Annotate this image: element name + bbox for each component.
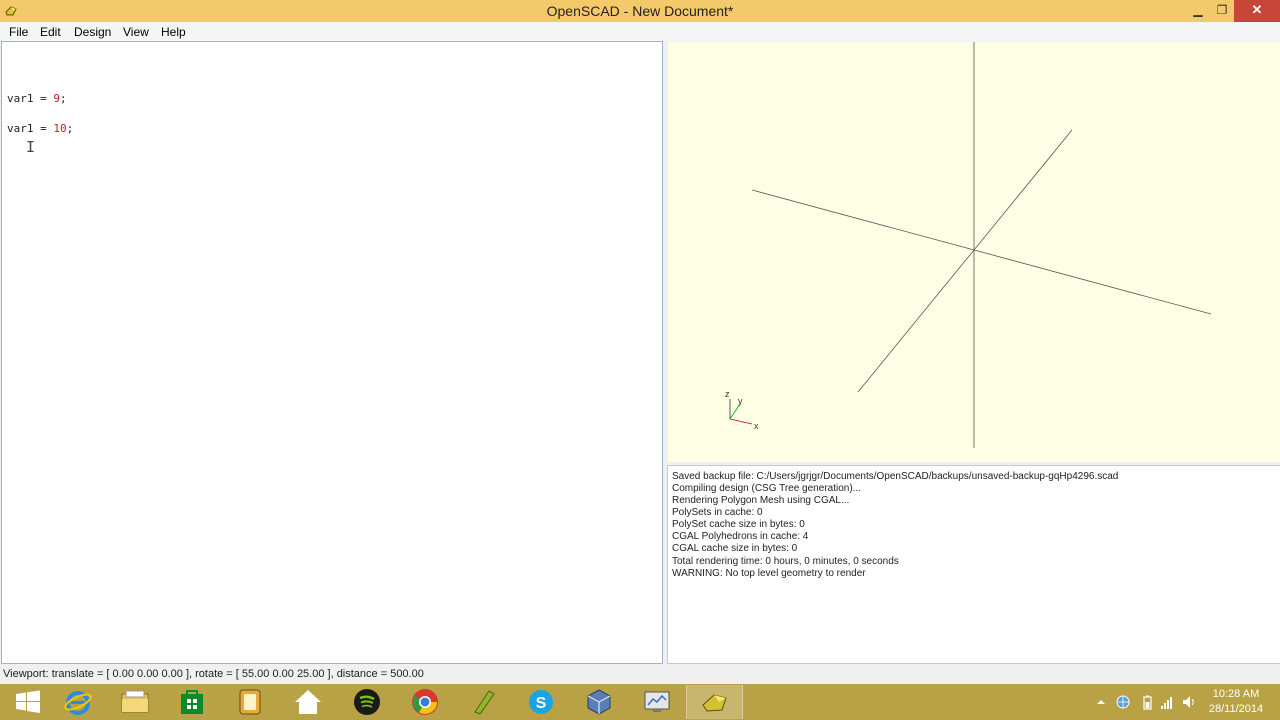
window-title: OpenSCAD - New Document* bbox=[546, 3, 734, 19]
menu-bar: File Edit Design View Help bbox=[0, 22, 1280, 41]
windows-logo-icon bbox=[15, 690, 40, 713]
spotify-icon bbox=[353, 689, 380, 715]
console-line: PolySets in cache: 0 bbox=[672, 507, 763, 518]
code-line[interactable]: var1 = 10; bbox=[7, 122, 73, 135]
virtualbox-icon bbox=[587, 689, 610, 715]
skype-icon: S bbox=[528, 690, 553, 714]
menu-file[interactable]: File bbox=[9, 25, 28, 39]
taskbar-system-info[interactable] bbox=[629, 685, 684, 719]
viewport-status: Viewport: translate = [ 0.00 0.00 0.00 ]… bbox=[3, 668, 424, 680]
console-line: CGAL cache size in bytes: 0 bbox=[672, 543, 798, 554]
axis-label-z: z bbox=[725, 389, 730, 399]
taskbar-pen-app[interactable] bbox=[455, 685, 510, 719]
battery-icon[interactable] bbox=[1140, 694, 1154, 710]
taskbar-chrome[interactable] bbox=[397, 685, 452, 719]
taskbar-home[interactable] bbox=[280, 685, 335, 719]
title-bar: OpenSCAD - New Document* ▁ ❐ ✕ bbox=[0, 0, 1280, 22]
taskbar-spotify[interactable] bbox=[339, 685, 394, 719]
taskbar-skype[interactable]: S bbox=[513, 685, 568, 719]
monitor-icon bbox=[644, 691, 669, 712]
system-clock[interactable]: 10:28 AM 28/11/2014 bbox=[1202, 687, 1270, 717]
start-button[interactable] bbox=[0, 685, 55, 719]
axes-drawing: z y x bbox=[725, 42, 1212, 448]
minimize-button[interactable]: ▁ bbox=[1185, 0, 1211, 22]
taskbar-file-explorer[interactable] bbox=[107, 685, 162, 719]
text-cursor-icon: I bbox=[26, 138, 36, 156]
console-line: Saved backup file: C:/Users/jgrjgr/Docum… bbox=[672, 471, 1119, 482]
y-axis-line bbox=[857, 129, 1073, 393]
taskbar-openscad[interactable] bbox=[686, 685, 743, 719]
menu-edit[interactable]: Edit bbox=[40, 25, 61, 39]
axis-label-x: x bbox=[754, 421, 759, 431]
console-line: Compiling design (CSG Tree generation)..… bbox=[672, 483, 861, 494]
axis-indicator-y bbox=[729, 403, 741, 420]
console-line: WARNING: No top level geometry to render bbox=[672, 568, 866, 579]
3d-viewport[interactable]: z y x bbox=[668, 42, 1280, 462]
wifi-signal-icon[interactable] bbox=[1160, 694, 1174, 710]
axis-label-y: y bbox=[738, 396, 743, 406]
console-line: CGAL Polyhedrons in cache: 4 bbox=[672, 531, 809, 542]
chrome-icon bbox=[411, 689, 438, 715]
menu-view[interactable]: View bbox=[123, 25, 149, 39]
menu-help[interactable]: Help bbox=[161, 25, 186, 39]
pen-icon bbox=[473, 690, 495, 715]
console-line: PolySet cache size in bytes: 0 bbox=[672, 519, 805, 530]
clock-time: 10:28 AM bbox=[1212, 688, 1260, 700]
store-icon bbox=[180, 690, 203, 714]
taskbar-virtualbox[interactable] bbox=[571, 685, 626, 719]
code-line[interactable]: var1 = 9; bbox=[7, 92, 67, 105]
show-hidden-icons-icon[interactable] bbox=[1094, 694, 1108, 710]
network-globe-icon[interactable] bbox=[1116, 694, 1130, 710]
taskbar-notes[interactable] bbox=[222, 685, 277, 719]
status-bar: Viewport: translate = [ 0.00 0.00 0.00 ]… bbox=[0, 664, 1280, 684]
code-editor[interactable]: var1 = 9; var1 = 10; bbox=[1, 41, 663, 664]
openscad-icon bbox=[701, 694, 727, 712]
internet-explorer-icon bbox=[63, 691, 92, 715]
taskbar-store[interactable] bbox=[164, 685, 219, 719]
restore-button[interactable]: ❐ bbox=[1209, 0, 1235, 22]
console-output[interactable]: Saved backup file: C:/Users/jgrjgr/Docum… bbox=[667, 465, 1280, 664]
home-icon bbox=[294, 690, 321, 714]
volume-icon[interactable] bbox=[1182, 694, 1196, 710]
console-line: Total rendering time: 0 hours, 0 minutes… bbox=[672, 556, 899, 567]
menu-design[interactable]: Design bbox=[74, 25, 111, 39]
folder-icon bbox=[121, 690, 148, 713]
console-line: Rendering Polygon Mesh using CGAL... bbox=[672, 495, 850, 506]
close-button[interactable]: ✕ bbox=[1234, 0, 1280, 22]
notes-icon bbox=[239, 689, 260, 715]
x-axis-line bbox=[751, 189, 1212, 315]
taskbar-internet-explorer[interactable] bbox=[50, 685, 105, 719]
svg-text:S: S bbox=[535, 695, 546, 712]
clock-date: 28/11/2014 bbox=[1208, 703, 1264, 715]
axis-indicator-x bbox=[729, 418, 753, 425]
taskbar: S 10:28 AM 28/11/2014 bbox=[0, 684, 1280, 720]
